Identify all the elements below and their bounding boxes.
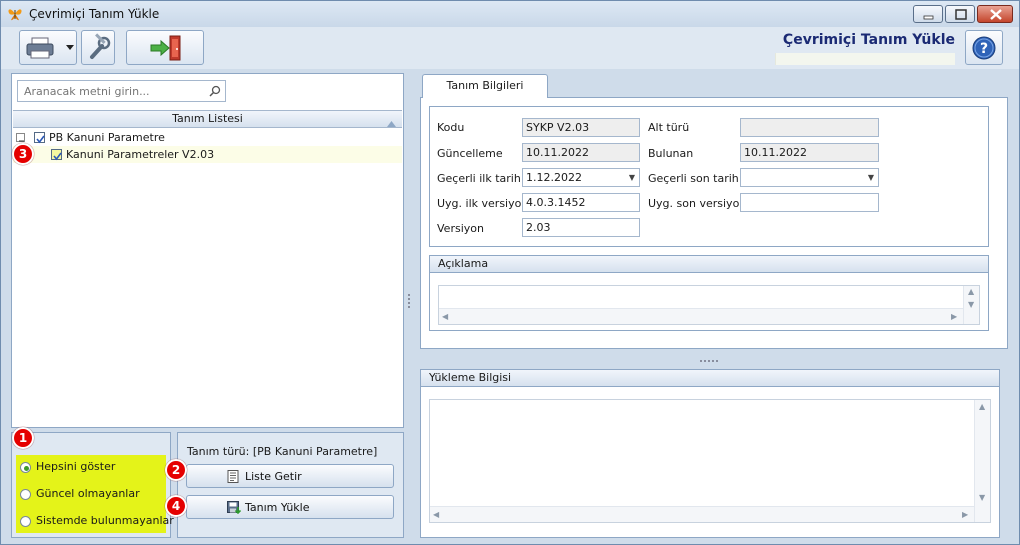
butterfly-icon <box>7 6 23 22</box>
versiyon-field[interactable]: 2.03 <box>522 218 640 237</box>
alt-turu-field[interactable] <box>740 118 879 137</box>
scroll-right-icon[interactable]: ▶ <box>951 312 957 321</box>
window-title: Çevrimiçi Tanım Yükle <box>29 7 160 21</box>
yukleme-header: Yükleme Bilgisi <box>420 369 1000 387</box>
tab-panel: Kodu SYKP V2.03 Alt türü Güncelleme 10.1… <box>420 97 1008 349</box>
svg-text:?: ? <box>980 41 988 57</box>
uyg-ilk-label: Uyg. ilk versiyon <box>437 197 529 210</box>
print-button[interactable] <box>19 30 77 65</box>
tree-checkbox[interactable] <box>34 132 45 144</box>
search-input[interactable] <box>22 83 202 99</box>
help-icon: ? <box>966 36 1004 68</box>
radio-not-in-system[interactable]: Sistemde bulunmayanlar <box>20 513 174 529</box>
window: Çevrimiçi Tanım Yükle Çevrimiçi Tanım Yü… <box>0 0 1020 545</box>
tree-item[interactable]: Kanuni Parametreler V2.03 <box>13 146 402 163</box>
radio-dot[interactable] <box>20 488 31 500</box>
toolbar: Çevrimiçi Tanım Yükle ? <box>1 27 1019 69</box>
aciklama-vertical-scrollbar[interactable]: ▲ ▼ <box>963 286 979 324</box>
horizontal-splitter[interactable] <box>419 354 1009 362</box>
uyg-son-field[interactable] <box>740 193 879 212</box>
list-fetch-button[interactable]: Liste Getir <box>186 464 394 488</box>
exit-door-icon <box>127 35 205 68</box>
gecerli-son-dropdown[interactable]: ▼ <box>740 168 879 187</box>
exit-button[interactable] <box>126 30 204 65</box>
yukleme-vertical-scrollbar[interactable]: ▲ ▼ <box>974 400 990 522</box>
tree-item-label: Kanuni Parametreler V2.03 <box>66 148 215 161</box>
radio-show-all[interactable]: Hepsini göster <box>20 459 115 475</box>
definition-type-label: Tanım türü: [PB Kanuni Parametre] <box>187 445 378 458</box>
tree-header-label: Tanım Listesi <box>172 112 243 125</box>
help-button[interactable]: ? <box>965 30 1003 65</box>
bulunan-label: Bulunan <box>648 147 694 160</box>
load-definition-label: Tanım Yükle <box>245 501 310 514</box>
radio-label: Hepsini göster <box>36 460 116 473</box>
step-badge-1: 1 <box>12 427 34 449</box>
tree-checkbox[interactable] <box>51 149 62 161</box>
definition-fields: Kodu SYKP V2.03 Alt türü Güncelleme 10.1… <box>429 106 989 247</box>
gecerli-son-label: Geçerli son tarih <box>648 172 739 185</box>
definition-list-panel: Tanım Listesi PB Kanuni Parametre Kanuni… <box>11 73 404 428</box>
list-icon <box>227 470 239 486</box>
filter-group: Hepsini göster Güncel olmayanlar Sistemd… <box>11 427 174 538</box>
collapse-icon[interactable] <box>16 133 25 142</box>
aciklama-panel: ▲ ▼ ◀ ▶ <box>429 273 989 331</box>
uyg-ilk-field[interactable]: 4.0.3.1452 <box>522 193 640 212</box>
yukleme-horizontal-scrollbar[interactable]: ◀ ▶ <box>430 506 974 522</box>
settings-button[interactable] <box>81 30 115 65</box>
chevron-down-icon[interactable]: ▼ <box>868 169 874 186</box>
list-fetch-label: Liste Getir <box>245 470 302 483</box>
step-badge-3: 3 <box>12 143 34 165</box>
yukleme-memo[interactable]: ▲ ▼ ◀ ▶ <box>429 399 991 523</box>
scroll-left-icon[interactable]: ◀ <box>442 312 448 321</box>
aciklama-memo[interactable]: ▲ ▼ ◀ ▶ <box>438 285 980 325</box>
radio-label: Güncel olmayanlar <box>36 487 140 500</box>
tree-column-header[interactable]: Tanım Listesi <box>13 110 402 128</box>
uyg-son-label: Uyg. son versiyon <box>648 197 747 210</box>
gecerli-ilk-value: 1.12.2022 <box>526 171 582 184</box>
vertical-splitter[interactable] <box>407 291 411 311</box>
scroll-left-icon[interactable]: ◀ <box>433 510 439 519</box>
radio-outdated[interactable]: Güncel olmayanlar <box>20 486 140 502</box>
scroll-down-icon[interactable]: ▼ <box>968 300 974 309</box>
versiyon-label: Versiyon <box>437 222 484 235</box>
step-badge-2: 2 <box>165 459 187 481</box>
tab-definition-info[interactable]: Tanım Bilgileri <box>422 74 548 98</box>
aciklama-horizontal-scrollbar[interactable]: ◀ ▶ <box>439 308 963 324</box>
maximize-button[interactable] <box>945 5 975 23</box>
chevron-down-icon[interactable]: ▼ <box>629 169 635 186</box>
kodu-label: Kodu <box>437 121 465 134</box>
load-definition-button[interactable]: Tanım Yükle <box>186 495 394 519</box>
printer-icon <box>20 37 78 68</box>
save-download-icon <box>227 501 242 517</box>
guncelleme-label: Güncelleme <box>437 147 503 160</box>
close-button[interactable] <box>977 5 1013 23</box>
form-title: Çevrimiçi Tanım Yükle <box>782 32 955 48</box>
gecerli-ilk-label: Geçerli ilk tarih <box>437 172 521 185</box>
kodu-field[interactable]: SYKP V2.03 <box>522 118 640 137</box>
gecerli-ilk-dropdown[interactable]: 1.12.2022 ▼ <box>522 168 640 187</box>
title-bar[interactable]: Çevrimiçi Tanım Yükle <box>1 1 1019 27</box>
aciklama-header: Açıklama <box>429 255 989 273</box>
tree-item[interactable]: PB Kanuni Parametre <box>13 129 402 146</box>
radio-dot[interactable] <box>20 515 31 527</box>
wrench-icon <box>82 33 116 68</box>
title-subbar <box>775 53 955 65</box>
scroll-down-icon[interactable]: ▼ <box>979 493 985 502</box>
tree-item-label: PB Kanuni Parametre <box>49 131 165 144</box>
alt-turu-label: Alt türü <box>648 121 690 134</box>
step-badge-4: 4 <box>165 495 187 517</box>
guncelleme-field[interactable]: 10.11.2022 <box>522 143 640 162</box>
action-group: Tanım türü: [PB Kanuni Parametre] Liste … <box>165 432 404 538</box>
scroll-up-icon[interactable]: ▲ <box>979 402 985 411</box>
bulunan-field[interactable]: 10.11.2022 <box>740 143 879 162</box>
search-box <box>17 80 226 102</box>
radio-label: Sistemde bulunmayanlar <box>36 514 174 527</box>
search-icon[interactable] <box>209 85 221 100</box>
minimize-button[interactable] <box>913 5 943 23</box>
scroll-right-icon[interactable]: ▶ <box>962 510 968 519</box>
scroll-up-icon[interactable]: ▲ <box>968 287 974 296</box>
yukleme-panel: ▲ ▼ ◀ ▶ <box>420 387 1000 538</box>
radio-dot[interactable] <box>20 461 31 473</box>
